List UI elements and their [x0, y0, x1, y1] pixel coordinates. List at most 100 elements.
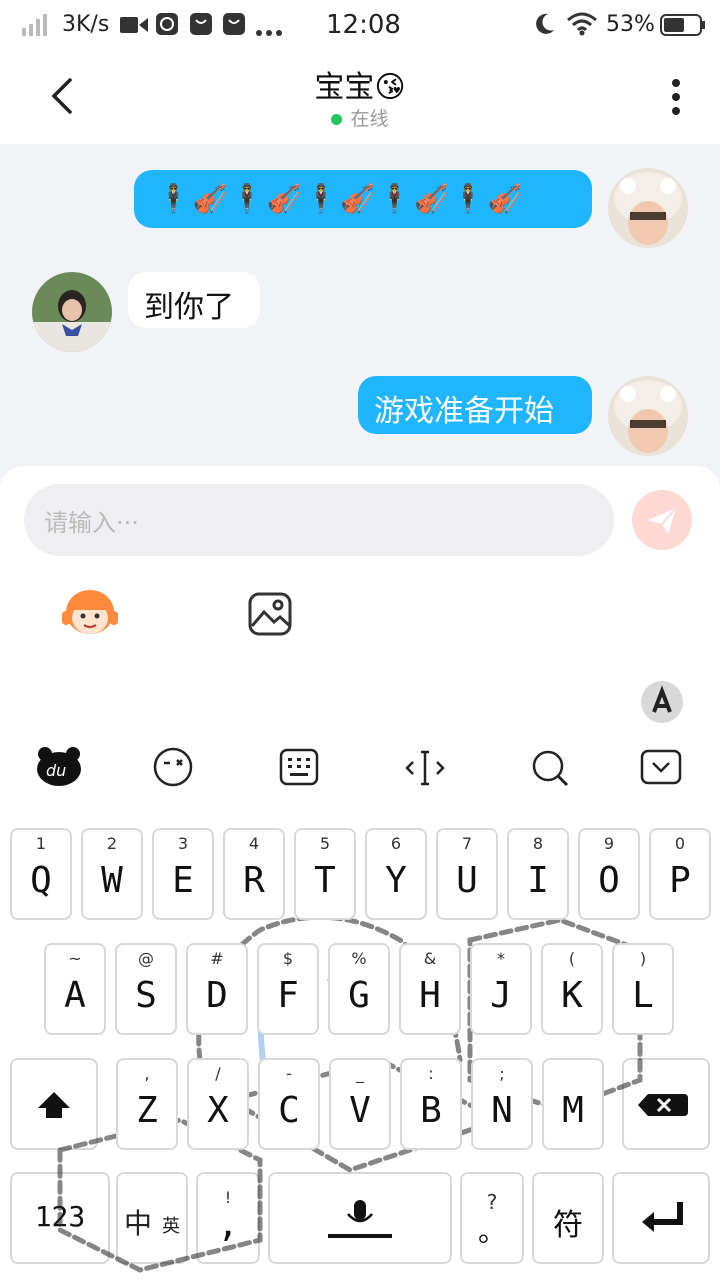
key-secondary-label: 2 — [106, 834, 118, 853]
more-notifications-icon — [256, 21, 282, 40]
contact-avatar[interactable] — [32, 272, 112, 352]
letter-key[interactable]: / X — [187, 1058, 249, 1150]
image-button[interactable] — [248, 592, 292, 640]
key-secondary-label: $ — [282, 949, 294, 968]
key-label: K — [561, 975, 583, 1016]
letter-key[interactable]: ,Z — [116, 1058, 178, 1150]
letter-key[interactable]: _ V — [329, 1058, 391, 1150]
more-options-button[interactable] — [666, 78, 686, 122]
delete-key[interactable] — [622, 1058, 710, 1150]
key-secondary-label: 5 — [319, 834, 331, 853]
key-label: W — [101, 860, 123, 901]
video-icon — [120, 15, 148, 39]
key-secondary-label: # — [210, 949, 224, 968]
online-status: 在线 — [0, 104, 720, 131]
emoji-icon[interactable] — [153, 747, 193, 791]
search-icon[interactable] — [530, 748, 570, 792]
key-secondary-label: 7 — [461, 834, 473, 853]
language-switch-key[interactable]: 中 英 — [116, 1172, 188, 1264]
key-secondary-label: / — [215, 1064, 221, 1083]
message-bubble-received[interactable]: 到你了 — [128, 272, 260, 328]
key-label: Y — [385, 860, 407, 901]
key-secondary-label: _ — [356, 1064, 364, 1083]
key-label: Z — [136, 1090, 158, 1131]
comma-key-label: , — [217, 1204, 239, 1245]
letter-key[interactable]: 1Q — [10, 828, 72, 920]
cursor-move-icon[interactable] — [403, 748, 447, 792]
chat-title: 宝宝😘 — [314, 70, 406, 105]
send-button[interactable] — [632, 490, 692, 550]
key-secondary-label: * — [497, 949, 505, 968]
letter-key[interactable]: 5T — [294, 828, 356, 920]
paper-plane-icon — [648, 507, 677, 534]
sticker-button[interactable] — [61, 588, 119, 644]
key-label: J — [490, 975, 512, 1016]
letter-key[interactable]: 4R — [223, 828, 285, 920]
letter-key[interactable]: M — [542, 1058, 604, 1150]
enter-arrow-icon — [642, 1202, 683, 1232]
letter-key[interactable]: 3E — [152, 828, 214, 920]
language-main-label: 中 — [124, 1207, 153, 1240]
symbol-key-label: 符 — [553, 1208, 583, 1243]
letter-key[interactable]: ; N — [471, 1058, 533, 1150]
letter-key[interactable]: 8I — [507, 828, 569, 920]
shift-arrow-icon — [38, 1092, 70, 1118]
my-avatar[interactable] — [608, 168, 688, 248]
comma-key[interactable]: ! , — [196, 1172, 260, 1264]
key-secondary-label: - — [286, 1064, 292, 1083]
online-dot — [331, 114, 343, 125]
status-bar: 3K/s 12:08 53% — [0, 0, 720, 50]
letter-key[interactable]: 0P — [649, 828, 711, 920]
letter-key[interactable]: :B — [400, 1058, 462, 1150]
chat-header: 宝宝😘 在线 — [0, 50, 720, 144]
key-label: E — [172, 860, 194, 901]
letter-key[interactable]: ) L — [612, 943, 674, 1035]
key-secondary-label: ~ — [68, 949, 82, 968]
message-bubble-sent[interactable]: 游戏准备开始 — [358, 376, 592, 434]
keyboard-mode-button[interactable] — [640, 680, 684, 728]
letter-key[interactable]: 9O — [578, 828, 640, 920]
keyboard-layout-icon[interactable] — [279, 748, 319, 790]
message-text: 🕴🎻🕴🎻🕴🎻🕴🎻🕴🎻 — [156, 182, 525, 215]
period-key[interactable]: ? 。 — [460, 1172, 524, 1264]
battery-percent: 53% — [606, 12, 655, 37]
letter-key[interactable]: -C — [258, 1058, 320, 1150]
message-bubble-sent[interactable]: 🕴🎻🕴🎻🕴🎻🕴🎻🕴🎻 — [134, 170, 592, 228]
key-label: D — [206, 975, 228, 1016]
letter-key[interactable]: (K — [541, 943, 603, 1035]
key-label: T — [314, 860, 336, 901]
shift-key[interactable] — [10, 1058, 98, 1150]
battery-icon — [660, 14, 706, 40]
space-key[interactable] — [268, 1172, 452, 1264]
baidu-logo-icon[interactable]: du — [36, 746, 82, 790]
letter-key[interactable]: # D — [186, 943, 248, 1035]
letter-key[interactable]: 7U — [436, 828, 498, 920]
symbol-key[interactable]: 符 — [532, 1172, 604, 1264]
enter-key[interactable] — [612, 1172, 710, 1264]
hide-keyboard-icon[interactable] — [640, 749, 682, 789]
key-label: X — [207, 1090, 229, 1131]
key-label: H — [419, 975, 441, 1016]
key-secondary-label: 6 — [390, 834, 402, 853]
letter-key[interactable]: $ F — [257, 943, 319, 1035]
key-secondary-label: & — [423, 949, 437, 968]
key-secondary-label: 1 — [35, 834, 47, 853]
bag-icon — [190, 13, 212, 39]
my-avatar[interactable] — [608, 376, 688, 456]
letter-key[interactable]: 2W — [81, 828, 143, 920]
key-label: B — [420, 1090, 442, 1131]
key-label: F — [277, 975, 299, 1016]
letter-key[interactable]: 6Y — [365, 828, 427, 920]
letter-key[interactable]: ~ A — [44, 943, 106, 1035]
svg-text:du: du — [46, 761, 66, 780]
letter-key[interactable]: * J — [470, 943, 532, 1035]
letter-key[interactable]: % G — [328, 943, 390, 1035]
letter-key[interactable]: @ S — [115, 943, 177, 1035]
key-label: N — [491, 1090, 513, 1131]
bag-icon — [223, 13, 245, 39]
message-list[interactable]: 🕴🎻🕴🎻🕴🎻🕴🎻🕴🎻 到你了 游戏准备开始 — [0, 144, 720, 466]
number-mode-key[interactable]: 123 — [10, 1172, 110, 1264]
key-label: Q — [30, 860, 52, 901]
online-status-text: 在线 — [350, 108, 389, 130]
letter-key[interactable]: & H — [399, 943, 461, 1035]
